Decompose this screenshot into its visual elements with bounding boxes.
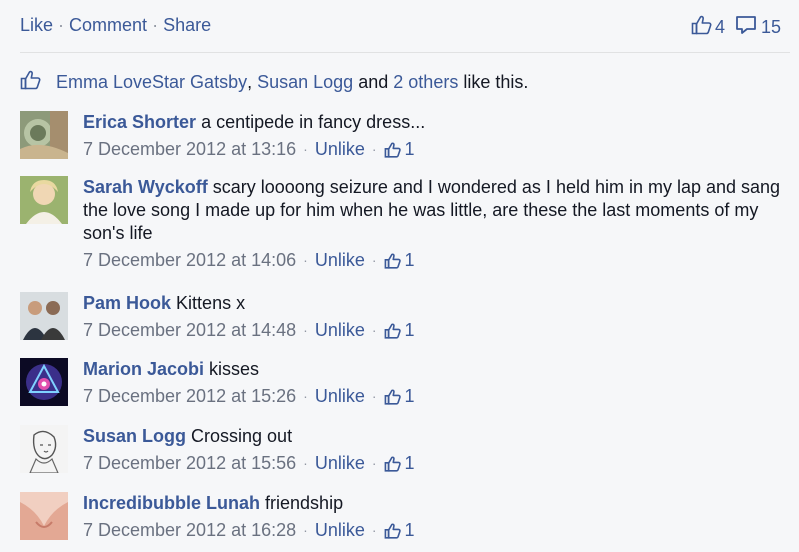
comment-like-count: 1 xyxy=(404,520,415,540)
unlike-link[interactable]: Unlike xyxy=(315,138,365,161)
comment-like-count: 1 xyxy=(404,453,415,473)
likes-summary: Emma LoveStar Gatsby, Susan Logg and 2 o… xyxy=(20,70,528,95)
comment-timestamp[interactable]: 7 December 2012 at 14:48 xyxy=(83,319,296,342)
comment-likes[interactable]: 1 xyxy=(384,519,415,542)
comment-timestamp[interactable]: 7 December 2012 at 14:06 xyxy=(83,249,296,272)
unlike-link[interactable]: Unlike xyxy=(315,249,365,272)
comment-likes[interactable]: 1 xyxy=(384,138,415,161)
like-count[interactable]: 4 xyxy=(715,17,725,38)
profile-photo-icon xyxy=(20,425,68,473)
separator: · xyxy=(152,15,159,35)
profile-photo-icon xyxy=(20,492,68,540)
post-actions: Like · Comment · Share xyxy=(20,15,211,36)
post-counts: 4 15 xyxy=(691,15,781,40)
profile-photo-icon xyxy=(20,358,68,406)
comment-timestamp[interactable]: 7 December 2012 at 13:16 xyxy=(83,138,296,161)
separator: · xyxy=(303,322,308,338)
comment-author[interactable]: Susan Logg xyxy=(83,426,186,446)
comment-likes[interactable]: 1 xyxy=(384,319,415,342)
thumbs-up-icon xyxy=(384,455,401,472)
unlike-link[interactable]: Unlike xyxy=(315,452,365,475)
comment-text: friendship xyxy=(265,493,344,513)
separator: · xyxy=(371,322,377,338)
comment-like-count: 1 xyxy=(404,320,415,340)
divider xyxy=(20,52,790,53)
liker-link[interactable]: Emma LoveStar Gatsby xyxy=(56,72,247,93)
comment-text: Crossing out xyxy=(191,426,293,446)
comment-author[interactable]: Sarah Wyckoff xyxy=(83,177,208,197)
comment-author[interactable]: Erica Shorter xyxy=(83,112,196,132)
likes-comma: , xyxy=(247,72,253,92)
thumbs-up-icon xyxy=(20,70,42,95)
comment-author[interactable]: Incredibubble Lunah xyxy=(83,493,260,513)
separator: · xyxy=(371,141,377,157)
comment-panel: Like · Comment · Share 4 15 Emma LoveStar Ga… xyxy=(0,0,799,552)
comment-timestamp[interactable]: 7 December 2012 at 15:26 xyxy=(83,385,296,408)
comment-timestamp[interactable]: 7 December 2012 at 16:28 xyxy=(83,519,296,542)
like-link[interactable]: Like xyxy=(20,15,53,35)
liker-link[interactable]: Susan Logg xyxy=(257,72,353,93)
comment-text: a centipede in fancy dress... xyxy=(201,112,426,132)
comment-timestamp[interactable]: 7 December 2012 at 15:56 xyxy=(83,452,296,475)
comment-link[interactable]: Comment xyxy=(69,15,147,35)
comment-count[interactable]: 15 xyxy=(761,17,781,38)
comment-likes[interactable]: 1 xyxy=(384,249,415,272)
separator: · xyxy=(58,15,65,35)
comment-author[interactable]: Marion Jacobi xyxy=(83,359,204,379)
separator: · xyxy=(303,252,308,268)
profile-photo-icon xyxy=(20,111,68,159)
unlike-link[interactable]: Unlike xyxy=(315,385,365,408)
comment-text: kisses xyxy=(209,359,260,379)
separator: · xyxy=(371,522,377,538)
comment-likes[interactable]: 1 xyxy=(384,385,415,408)
thumbs-up-icon xyxy=(384,522,401,539)
comment-like-count: 1 xyxy=(404,139,415,159)
separator: · xyxy=(371,455,377,471)
others-link[interactable]: 2 others xyxy=(393,72,458,93)
comment-bubble-icon[interactable] xyxy=(735,15,757,40)
separator: · xyxy=(303,455,308,471)
unlike-link[interactable]: Unlike xyxy=(315,519,365,542)
avatar[interactable] xyxy=(20,492,68,540)
profile-photo-icon xyxy=(20,292,68,340)
thumbs-up-icon xyxy=(384,252,401,269)
separator: · xyxy=(303,522,308,538)
comment-text: Kittens x xyxy=(176,293,246,313)
avatar[interactable] xyxy=(20,358,68,406)
avatar[interactable] xyxy=(20,111,68,159)
avatar[interactable] xyxy=(20,176,68,224)
separator: · xyxy=(303,141,308,157)
comment-likes[interactable]: 1 xyxy=(384,452,415,475)
likes-suffix: like this. xyxy=(463,72,529,92)
unlike-link[interactable]: Unlike xyxy=(315,319,365,342)
thumbs-up-icon xyxy=(384,322,401,339)
comment-author[interactable]: Pam Hook xyxy=(83,293,171,313)
share-link[interactable]: Share xyxy=(163,15,211,35)
likes-and: and xyxy=(358,72,389,92)
avatar[interactable] xyxy=(20,425,68,473)
thumbs-up-icon xyxy=(384,388,401,405)
separator: · xyxy=(371,388,377,404)
comment-like-count: 1 xyxy=(404,250,415,270)
separator: · xyxy=(303,388,308,404)
profile-photo-icon xyxy=(20,176,68,224)
thumbs-up-icon xyxy=(384,141,401,158)
avatar[interactable] xyxy=(20,292,68,340)
separator: · xyxy=(371,252,377,268)
comment-like-count: 1 xyxy=(404,386,415,406)
thumbs-up-icon[interactable] xyxy=(691,15,713,40)
